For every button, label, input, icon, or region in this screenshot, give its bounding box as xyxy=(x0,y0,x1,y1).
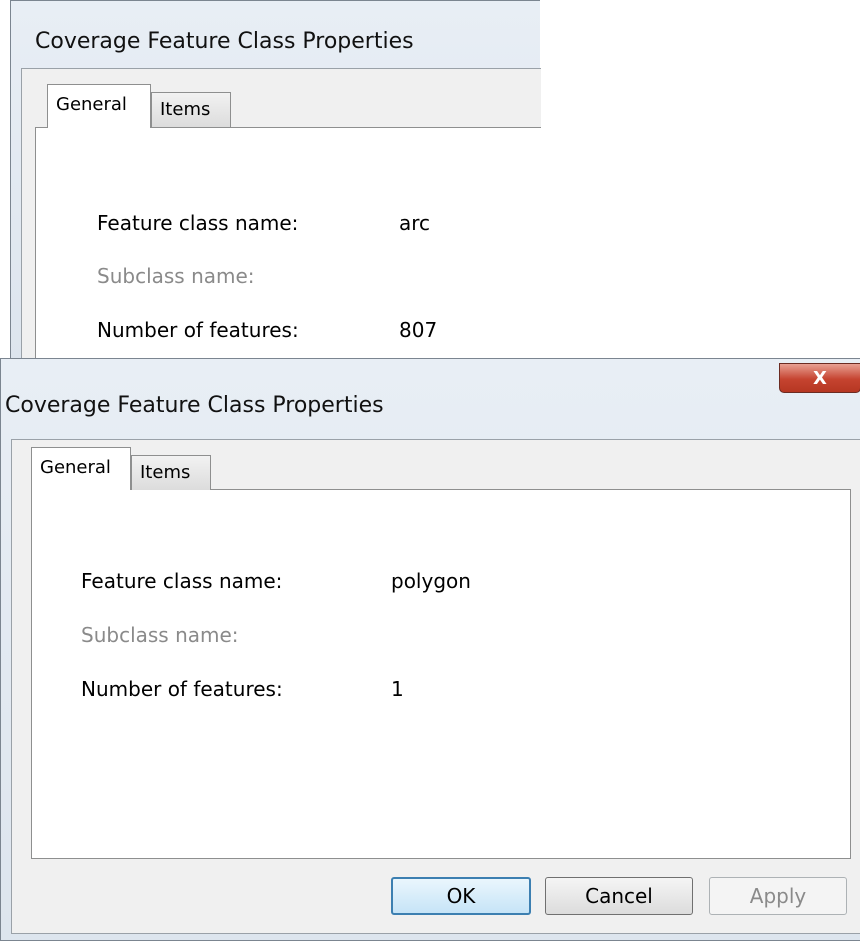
dialog-front-tab-general[interactable]: General xyxy=(31,447,131,490)
cancel-button[interactable]: Cancel xyxy=(545,877,693,915)
feature-class-name-value: polygon xyxy=(391,569,471,593)
tab-label: Items xyxy=(140,462,191,483)
ok-button[interactable]: OK xyxy=(391,877,531,915)
tab-label: Items xyxy=(160,99,211,120)
apply-button[interactable]: Apply xyxy=(709,877,847,915)
tab-label: General xyxy=(40,457,111,478)
feature-class-name-label: Feature class name: xyxy=(97,211,299,235)
dialog-front-tab-panel xyxy=(31,489,851,859)
subclass-name-label: Subclass name: xyxy=(81,623,239,647)
feature-class-name-value: arc xyxy=(399,211,431,235)
feature-class-name-label: Feature class name: xyxy=(81,569,283,593)
dialog-back-title: Coverage Feature Class Properties xyxy=(35,29,414,54)
dialog-front-title: Coverage Feature Class Properties xyxy=(5,393,384,418)
dialog-back-tab-general[interactable]: General xyxy=(47,84,151,128)
number-of-features-value: 807 xyxy=(399,318,438,342)
dialog-back-tab-items[interactable]: Items xyxy=(151,92,231,127)
dialog-back: Coverage Feature Class Properties Genera… xyxy=(10,0,541,368)
number-of-features-value: 1 xyxy=(391,677,404,701)
subclass-name-label: Subclass name: xyxy=(97,264,255,288)
number-of-features-label: Number of features: xyxy=(81,677,283,701)
tab-label: General xyxy=(56,94,127,115)
number-of-features-label: Number of features: xyxy=(97,318,299,342)
close-button[interactable]: X xyxy=(779,363,860,393)
dialog-front-tab-items[interactable]: Items xyxy=(131,455,211,490)
close-icon: X xyxy=(813,367,827,389)
dialog-front: X Coverage Feature Class Properties Gene… xyxy=(0,358,860,941)
